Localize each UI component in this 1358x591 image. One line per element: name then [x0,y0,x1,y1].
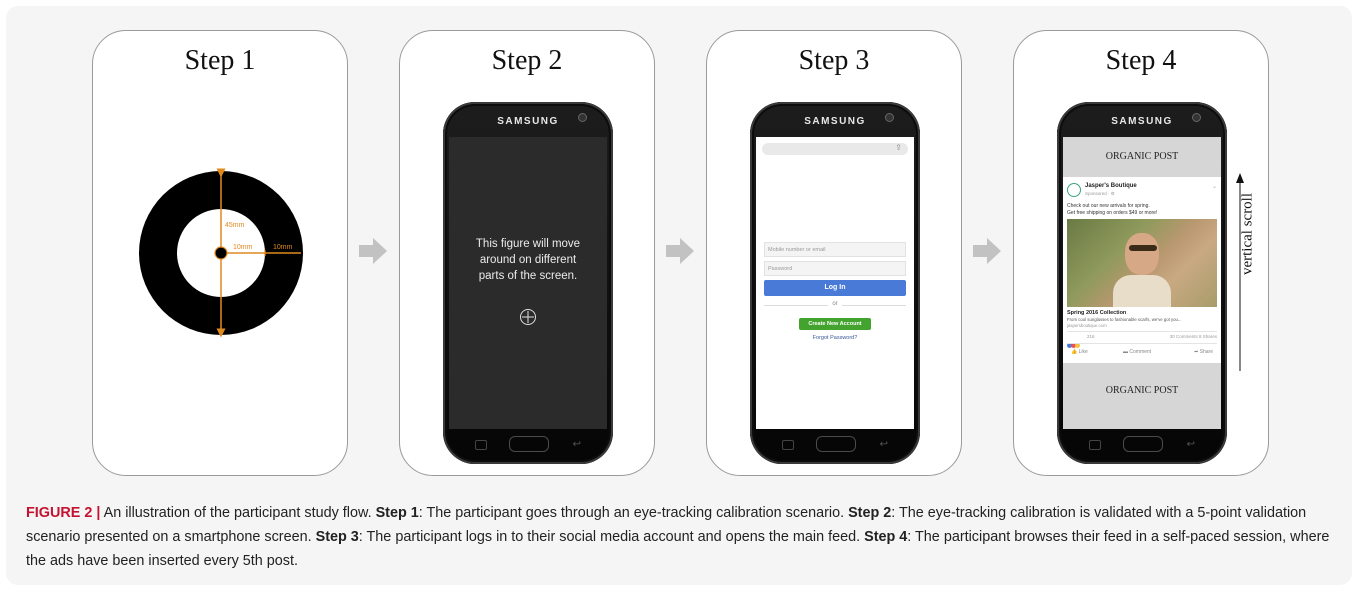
phone-screen: This figure will move around on differen… [449,137,607,429]
step-4-card: Step 4 SAMSUNG ORGANIC POST Jasper's Bou… [1013,30,1269,476]
password-field[interactable]: Password [764,261,906,276]
phone-screen: ORGANIC POST Jasper's Boutique Sponsored… [1063,137,1221,429]
phone-brand: SAMSUNG [804,116,866,127]
organic-post-top: ORGANIC POST [1063,137,1221,177]
step-1-card: Step 1 45mm 10mm 10mm [92,30,348,476]
link-description: From cool sunglasses to fashionable scar… [1067,317,1182,322]
comment-button[interactable]: ▬ Comment [1123,349,1151,355]
step-2-card: Step 2 SAMSUNG This figure will move aro… [399,30,655,476]
smartphone: SAMSUNG ORGANIC POST Jasper's Boutique S… [1057,102,1227,464]
camera-icon [885,113,894,122]
flow-arrow-icon [666,238,694,264]
smartphone: SAMSUNG This figure will move around on … [443,102,613,464]
organic-post-bottom: ORGANIC POST [1063,363,1221,429]
step-4-title: Step 4 [1105,45,1177,76]
step-3-card: Step 3 SAMSUNG ⇪ Mobile number or email … [706,30,962,476]
back-icon: ↩ [879,439,888,450]
center-dot [214,246,228,260]
link-url: jaspersboutique.com [1067,323,1107,328]
reactions-count: 216 [1087,334,1095,339]
recent-apps-icon [1089,440,1101,450]
ad-page-name: Jasper's Boutique [1085,183,1137,189]
or-label: or [828,301,842,307]
share-button[interactable]: ➦ Share [1194,349,1213,355]
dim-10-outer-label: 10mm [273,244,293,251]
home-button [1123,436,1163,452]
back-icon: ↩ [572,439,581,450]
recent-apps-icon [782,440,794,450]
caption-label: FIGURE 2 | [26,505,101,521]
phone-brand: SAMSUNG [1111,116,1173,127]
sunglasses-icon [1129,245,1157,251]
crosshair-target-icon [520,309,536,325]
dim-10-inner-label: 10mm [233,244,253,251]
back-icon: ↩ [1186,439,1195,450]
avatar [1067,183,1081,197]
chevron-down-icon[interactable]: ⌄ [1212,183,1217,190]
smartphone: SAMSUNG ⇪ Mobile number or email Passwor… [750,102,920,464]
calibration-target: 45mm 10mm 10mm [139,168,303,338]
home-button [509,436,549,452]
create-account-button[interactable]: Create New Account [799,318,871,330]
camera-icon [1192,113,1201,122]
share-icon[interactable]: ⇪ [895,143,902,152]
flow-arrow-icon [359,238,387,264]
sponsored-label: Sponsored · ⚙ [1085,191,1115,196]
figure-caption: FIGURE 2 | An illustration of the partic… [26,505,1330,569]
camera-icon [578,113,587,122]
ad-text: Check out our new arrivals for spring. G… [1067,203,1158,216]
step-2-title: Step 2 [491,45,563,76]
thumbs-up-icon: 👍 [1071,349,1079,355]
validation-instructions: This figure will move around on differen… [475,238,581,282]
log-in-button[interactable]: Log In [764,280,906,296]
comments-shares-count: 30 Comments 8 Shares [1169,334,1217,339]
ad-image[interactable] [1067,219,1217,307]
forgot-password-link[interactable]: Forgot Password? [756,335,914,341]
step-3-title: Step 3 [798,45,870,76]
phone-brand: SAMSUNG [497,116,559,127]
phone-screen: ⇪ Mobile number or email Password Log In… [756,137,914,429]
home-button [816,436,856,452]
like-button[interactable]: 👍 Like [1071,349,1088,355]
dim-45-label: 45mm [225,222,245,229]
address-bar[interactable]: ⇪ [762,143,908,155]
recent-apps-icon [475,440,487,450]
link-title[interactable]: Spring 2016 Collection [1067,310,1126,316]
flow-arrow-icon [973,238,1001,264]
vertical-scroll-label: vertical scroll [1239,192,1256,276]
figure-panel: Step 1 45mm 10mm 10mm Step 2 SAMSUNG Thi… [6,6,1352,585]
email-field[interactable]: Mobile number or email [764,242,906,257]
